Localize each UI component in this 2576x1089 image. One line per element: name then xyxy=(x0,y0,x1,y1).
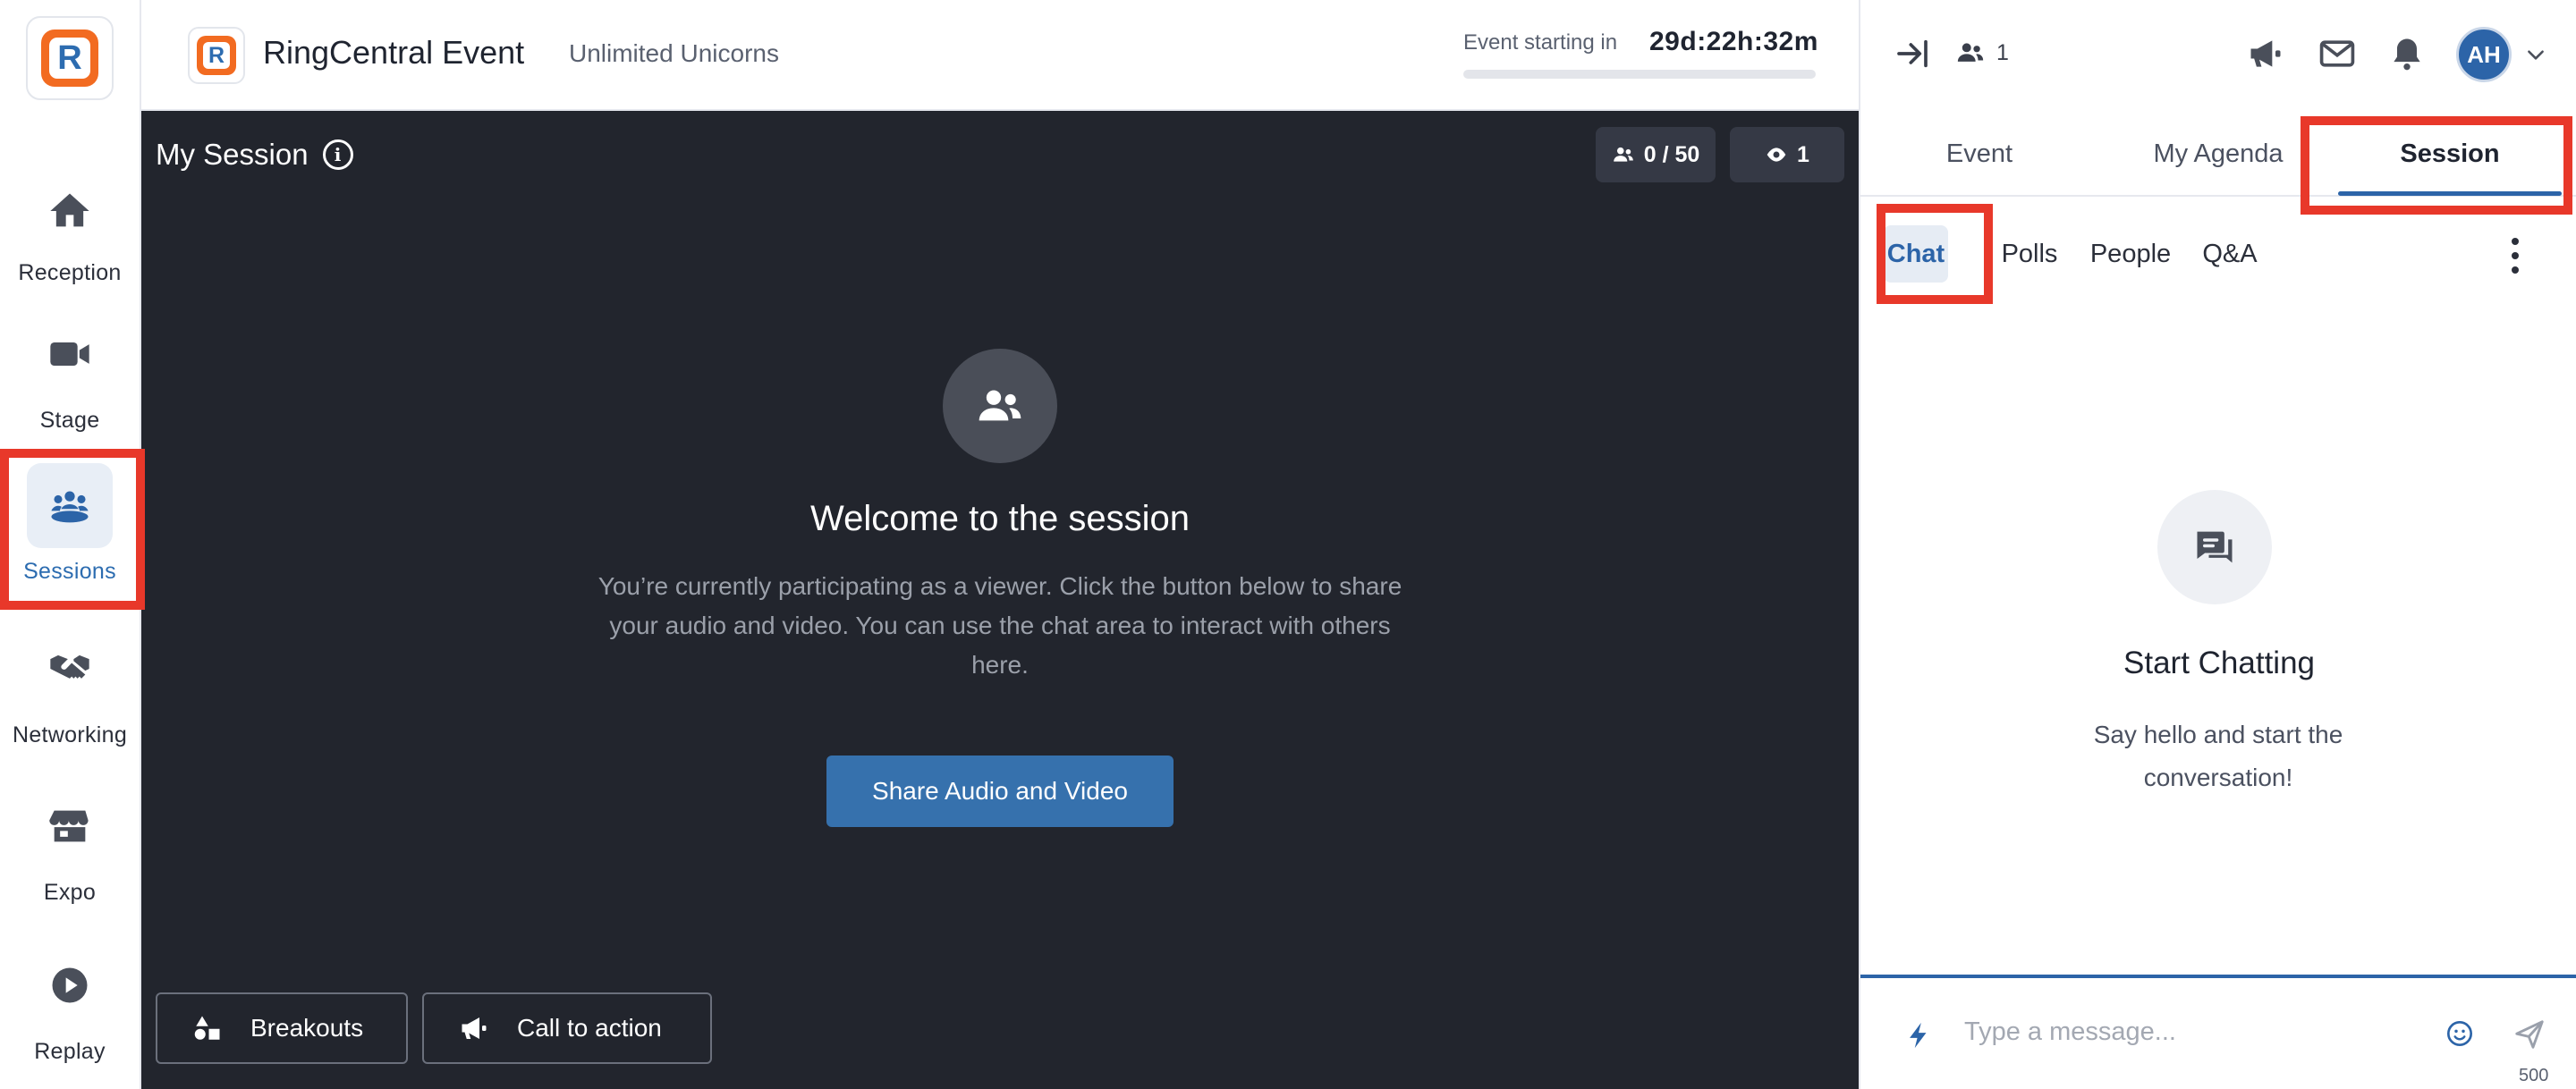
announcements-megaphone-icon[interactable] xyxy=(2245,34,2286,73)
nav-label: Reception xyxy=(18,260,122,285)
tab-event[interactable]: Event xyxy=(1860,111,2098,197)
message-composer: 500 xyxy=(1860,975,2576,1089)
welcome-title: Welcome to the session xyxy=(810,499,1190,538)
mail-icon[interactable] xyxy=(2317,34,2358,73)
tab-session[interactable]: Session xyxy=(2338,111,2562,197)
nav-item-replay[interactable]: Replay xyxy=(0,942,140,1076)
active-tab-indicator xyxy=(2338,191,2562,196)
nav-label: Replay xyxy=(34,1039,106,1064)
tab-my-agenda[interactable]: My Agenda xyxy=(2098,111,2338,197)
nav-item-expo[interactable]: Expo xyxy=(0,783,140,917)
megaphone-icon xyxy=(462,1017,487,1039)
panel-top-bar: 1 AH xyxy=(1860,0,2576,111)
video-camera-icon xyxy=(27,311,113,397)
storefront-icon xyxy=(27,783,113,869)
subtab-chat[interactable]: Chat xyxy=(1884,225,1948,283)
breakouts-button[interactable]: Breakouts xyxy=(156,992,408,1064)
chat-bubble-icon xyxy=(2157,490,2272,604)
emoji-icon[interactable] xyxy=(2445,1019,2474,1048)
nav-label: Networking xyxy=(12,722,128,747)
info-icon[interactable]: i xyxy=(322,139,353,170)
participants-avatar-icon xyxy=(943,349,1057,463)
people-icon xyxy=(1613,147,1633,162)
empty-chat-text: Say hello and start the conversation! xyxy=(2093,721,2343,791)
message-input[interactable] xyxy=(1964,1005,2447,1059)
breakouts-label: Breakouts xyxy=(250,1014,364,1042)
nav-label: Sessions xyxy=(23,559,116,584)
share-audio-video-button[interactable]: Share Audio and Video xyxy=(826,756,1174,827)
nav-label: Stage xyxy=(39,408,100,433)
countdown-progress-bar xyxy=(1463,70,1816,79)
attendees-count: 0 / 50 xyxy=(1643,141,1700,167)
handshake-icon xyxy=(27,626,113,712)
online-count: 1 xyxy=(1996,39,2009,65)
left-navigation: R Reception Stage Sessions Networking Ex… xyxy=(0,0,141,1089)
brand-title: RingCentral Event xyxy=(263,34,525,71)
play-circle-icon xyxy=(27,942,113,1028)
viewers-count-badge[interactable]: 1 xyxy=(1730,127,1844,182)
session-title: My Session xyxy=(156,138,309,171)
home-icon xyxy=(27,172,113,249)
nav-item-reception[interactable]: Reception xyxy=(0,152,140,286)
session-subtabs: Chat Polls People Q&A xyxy=(1860,198,2576,309)
more-options-icon[interactable] xyxy=(2506,238,2524,274)
shapes-icon xyxy=(194,1016,220,1040)
eye-icon xyxy=(1767,148,1786,162)
chevron-down-icon[interactable] xyxy=(2524,43,2547,66)
countdown-label: Event starting in xyxy=(1463,30,1618,55)
lightning-bolt-icon[interactable] xyxy=(1903,1017,1934,1053)
notifications-bell-icon[interactable] xyxy=(2386,34,2428,73)
nav-item-networking[interactable]: Networking xyxy=(0,626,140,760)
welcome-text: You’re currently participating as a view… xyxy=(597,572,1402,679)
user-avatar[interactable]: AH xyxy=(2456,27,2512,82)
subtab-polls[interactable]: Polls xyxy=(1996,225,2063,283)
call-to-action-label: Call to action xyxy=(517,1014,662,1042)
countdown-value: 29d:22h:32m xyxy=(1649,27,1818,56)
collapse-panel-icon[interactable] xyxy=(1893,36,1932,72)
people-icon xyxy=(1957,43,1984,62)
subtab-qa[interactable]: Q&A xyxy=(2199,225,2261,283)
right-panel: 1 AH Event My Agenda Session Chat Polls … xyxy=(1859,0,2576,1089)
online-people-counter[interactable]: 1 xyxy=(1955,38,2009,68)
session-stage: My Session i 0 / 50 1 Welcome to the ses… xyxy=(141,111,1859,1089)
nav-item-sessions[interactable]: Sessions xyxy=(0,451,140,585)
sessions-group-icon xyxy=(27,463,113,548)
nav-label: Expo xyxy=(43,880,97,905)
send-icon[interactable] xyxy=(2512,1017,2547,1051)
empty-chat-title: Start Chatting xyxy=(2123,646,2315,680)
session-header: My Session i xyxy=(156,138,353,172)
ringcentral-logo[interactable]: R xyxy=(26,16,114,100)
attendees-count-badge[interactable]: 0 / 50 xyxy=(1596,127,1716,182)
character-limit: 500 xyxy=(2519,1066,2549,1085)
brand-logo-icon: R xyxy=(188,27,245,84)
call-to-action-button[interactable]: Call to action xyxy=(422,992,712,1064)
nav-item-stage[interactable]: Stage xyxy=(0,311,140,445)
top-header: R RingCentral Event Unlimited Unicorns E… xyxy=(141,0,1859,111)
event-name: Unlimited Unicorns xyxy=(569,39,779,67)
viewers-count: 1 xyxy=(1797,141,1809,167)
panel-tabs: Event My Agenda Session xyxy=(1860,111,2576,197)
subtab-people[interactable]: People xyxy=(2086,225,2175,283)
